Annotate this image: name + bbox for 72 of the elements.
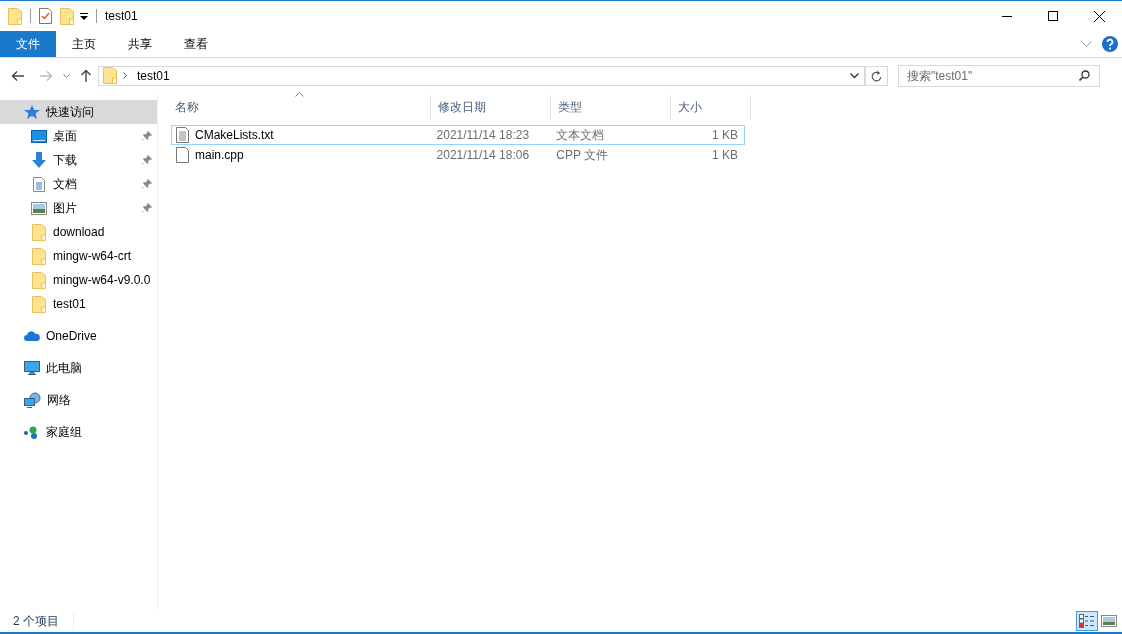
- nav-item[interactable]: 图片: [0, 196, 157, 220]
- customize-dropdown-icon[interactable]: [80, 12, 88, 20]
- file-row[interactable]: CMakeLists.txt 2021/11/14 18:23 文本文档 1 KB: [171, 125, 745, 145]
- nav-item[interactable]: download: [0, 220, 157, 244]
- file-name: main.cpp: [195, 148, 244, 162]
- column-header[interactable]: 修改日期: [431, 95, 551, 120]
- nav-item[interactable]: 文档: [0, 172, 157, 196]
- caret-down-icon[interactable]: [850, 72, 859, 79]
- file-name: CMakeLists.txt: [195, 128, 274, 142]
- window-title: test01: [105, 9, 138, 23]
- network-icon: [24, 392, 41, 408]
- column-header[interactable]: 类型: [551, 95, 671, 120]
- maximize-icon[interactable]: [1048, 11, 1058, 21]
- text-file-icon: [176, 127, 189, 143]
- back-arrow-icon[interactable]: [11, 69, 24, 82]
- minimize-icon[interactable]: [1002, 15, 1012, 17]
- cloud-icon: [24, 331, 40, 341]
- breadcrumb[interactable]: test01: [133, 68, 174, 83]
- nav-item[interactable]: 快速访问: [0, 100, 157, 124]
- chevron-right-icon[interactable]: [123, 72, 127, 79]
- properties-icon[interactable]: [39, 8, 52, 24]
- item-count: 2 个项目: [13, 612, 74, 630]
- pin-icon[interactable]: [142, 155, 152, 165]
- folder-icon: [31, 271, 47, 289]
- ribbon-tab[interactable]: 共享: [112, 31, 168, 57]
- search-field[interactable]: 搜索"test01": [898, 64, 1100, 87]
- pin-icon[interactable]: [142, 179, 152, 189]
- help-icon[interactable]: [1102, 36, 1118, 52]
- monitor-icon: [24, 360, 40, 376]
- pin-icon[interactable]: [142, 131, 152, 141]
- folder-icon: [31, 295, 47, 313]
- search-icon[interactable]: [1079, 69, 1090, 81]
- expand-ribbon-icon[interactable]: [1081, 40, 1092, 48]
- document-icon: [31, 176, 47, 192]
- folder-icon: [8, 7, 22, 25]
- file-row[interactable]: main.cpp 2021/11/14 18:06 CPP 文件 1 KB: [171, 145, 745, 165]
- pin-icon[interactable]: [142, 203, 152, 213]
- file-size: 1 KB: [711, 128, 739, 142]
- file-menu-button[interactable]: 文件: [0, 31, 56, 57]
- picture-icon: [31, 201, 47, 215]
- close-icon[interactable]: [1093, 10, 1105, 22]
- file-size: 1 KB: [711, 148, 739, 162]
- file-type: 文本文档: [555, 126, 606, 144]
- column-header[interactable]: 大小: [671, 95, 751, 120]
- nav-item[interactable]: OneDrive: [0, 324, 157, 348]
- ribbon-tab[interactable]: 主页: [56, 31, 112, 57]
- refresh-icon[interactable]: [871, 69, 882, 82]
- nav-item[interactable]: 此电脑: [0, 356, 157, 380]
- modified-date: 2021/11/14 18:06: [435, 148, 531, 162]
- nav-item[interactable]: mingw-w64-v9.0.0: [0, 268, 157, 292]
- folder-icon: [31, 247, 47, 265]
- star-icon: [24, 104, 40, 120]
- details-view-button[interactable]: [1076, 611, 1098, 631]
- ribbon-tab[interactable]: 查看: [168, 31, 224, 57]
- desktop-icon: [31, 129, 47, 143]
- nav-item[interactable]: 家庭组: [0, 420, 157, 444]
- recent-locations-caret-icon[interactable]: [63, 73, 70, 78]
- nav-item[interactable]: 桌面: [0, 124, 157, 148]
- up-arrow-icon[interactable]: [80, 69, 92, 82]
- column-header[interactable]: 名称: [168, 95, 431, 120]
- nav-item[interactable]: mingw-w64-crt: [0, 244, 157, 268]
- homegroup-icon: [24, 425, 40, 439]
- down-arrow-icon: [31, 152, 47, 168]
- folder-icon: [31, 223, 47, 241]
- folder-icon: [103, 67, 117, 84]
- file-type: CPP 文件: [555, 146, 610, 164]
- nav-item[interactable]: 下载: [0, 148, 157, 172]
- nav-item[interactable]: test01: [0, 292, 157, 316]
- file-icon: [176, 147, 189, 163]
- nav-item[interactable]: 网络: [0, 388, 157, 412]
- address-bar[interactable]: test01: [98, 65, 866, 86]
- modified-date: 2021/11/14 18:23: [435, 128, 531, 142]
